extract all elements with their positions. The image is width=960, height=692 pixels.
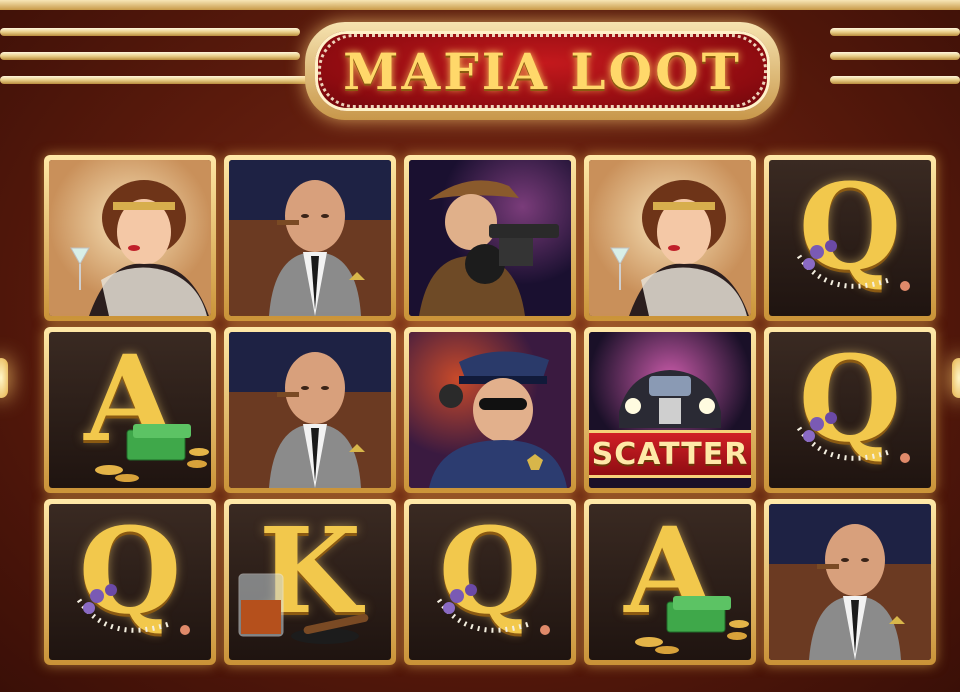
money-stack-icon: [635, 596, 749, 654]
pearl-necklace-icon: [76, 584, 190, 635]
scatter-label: SCATTER: [589, 430, 751, 478]
reel-cell: [224, 327, 396, 493]
ace-symbol: A: [49, 332, 211, 488]
mob-boss-symbol: [229, 160, 391, 316]
left-marquee-stripes: [0, 0, 310, 90]
reel-cell: Q: [44, 499, 216, 665]
game-title: MAFIA LOOT: [343, 41, 742, 101]
game-logo: MAFIA LOOT: [305, 22, 780, 120]
queen-symbol: Q: [769, 160, 931, 316]
mob-boss-symbol: [229, 332, 391, 488]
reel-grid: Q A SCATTER Q Q K Q A: [44, 155, 936, 685]
reel-cell: A: [584, 499, 756, 665]
money-stack-icon: [95, 424, 209, 482]
right-side-lamp: [952, 358, 960, 398]
reel-cell: Q: [764, 155, 936, 321]
queen-symbol: Q: [49, 504, 211, 660]
pearl-necklace-icon: [436, 584, 550, 635]
king-symbol: K: [229, 504, 391, 660]
reel-cell: [404, 327, 576, 493]
scatter-car-symbol: SCATTER: [589, 332, 751, 488]
reel-cell: [44, 155, 216, 321]
left-side-lamp: [0, 358, 8, 398]
queen-symbol: Q: [409, 504, 571, 660]
reel-cell: [764, 499, 936, 665]
reel-cell: [224, 155, 396, 321]
right-marquee-stripes: [830, 0, 960, 90]
reel-cell: Q: [764, 327, 936, 493]
pearl-necklace-icon: [796, 240, 910, 291]
flapper-woman-symbol: [49, 160, 211, 316]
flapper-woman-symbol: [589, 160, 751, 316]
reel-cell: SCATTER: [584, 327, 756, 493]
reel-cell: [404, 155, 576, 321]
reel-cell: K: [224, 499, 396, 665]
ace-symbol: A: [589, 504, 751, 660]
gangster-tommy-gun-symbol: [409, 160, 571, 316]
pearl-necklace-icon: [796, 412, 910, 463]
reel-cell: [584, 155, 756, 321]
police-officer-symbol: [409, 332, 571, 488]
whiskey-glass-icon: [238, 573, 369, 644]
reel-cell: Q: [404, 499, 576, 665]
queen-symbol: Q: [769, 332, 931, 488]
mob-boss-symbol: [769, 504, 931, 660]
reel-cell: A: [44, 327, 216, 493]
